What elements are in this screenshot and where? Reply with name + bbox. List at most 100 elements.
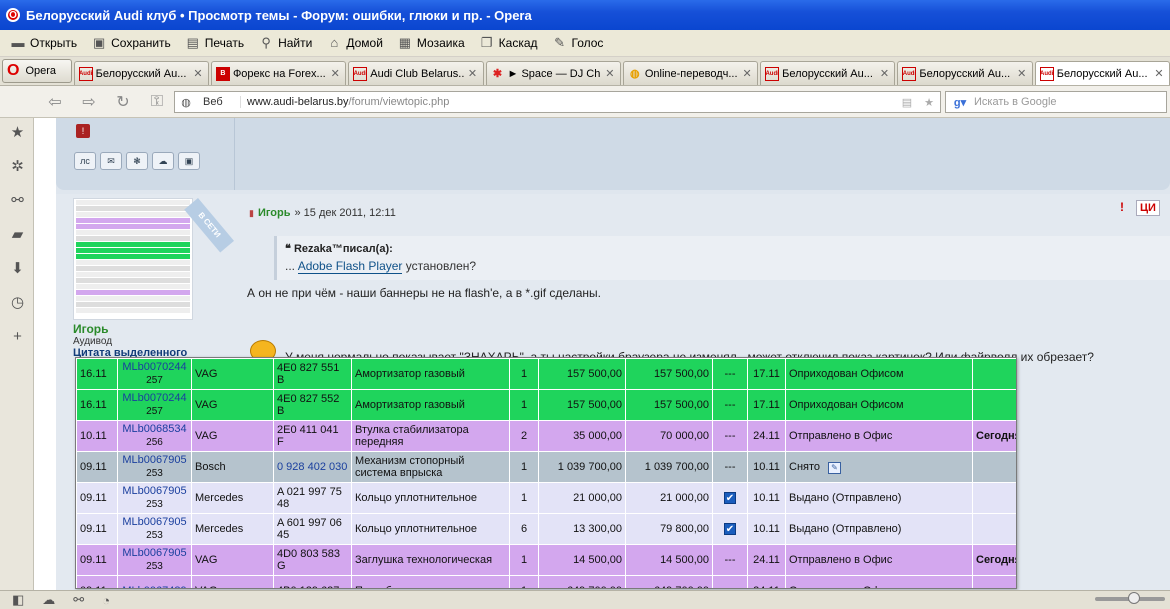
print-icon: ▤ [186, 35, 199, 50]
avatar-row [76, 230, 190, 235]
menu-tile-button[interactable]: ▦ Мозаика [397, 35, 465, 51]
search-field[interactable]: g▾ Искать в Google [945, 91, 1167, 113]
email-icon[interactable]: ✉ [100, 152, 122, 170]
order-link[interactable]: MLb0067905 [122, 454, 186, 466]
browser-tab[interactable]: Audi Белорусский Au... ✕ [897, 61, 1033, 85]
post-actions: ! ЦИ [1114, 200, 1160, 216]
post-username[interactable]: Игорь [73, 322, 109, 336]
cloud-icon[interactable]: ☁ [42, 592, 55, 608]
back-icon[interactable]: ⇦ [46, 92, 64, 112]
downloads-icon[interactable]: ⬇ [9, 260, 26, 277]
tab-close-icon[interactable]: ✕ [604, 67, 616, 80]
orders-table: 16.11 MLb0070244 257 VAG 4E0 827 551 B Аморти… [76, 358, 1016, 589]
note-cell [972, 575, 1016, 588]
history-icon[interactable]: ◷ [9, 294, 26, 311]
opera-logo-icon: O [6, 8, 20, 22]
browser-tab[interactable]: ◍ Online-переводч... ✕ [622, 61, 759, 85]
order-link[interactable]: MLb0068534 [122, 423, 186, 435]
tab-close-icon[interactable]: ✕ [1153, 67, 1165, 80]
google-search-icon[interactable]: g▾ [946, 96, 974, 109]
menu-print-button[interactable]: ▤ Печать [185, 35, 244, 51]
note-cell [972, 482, 1016, 514]
flag-cell: ✔ [712, 513, 748, 545]
browser-tab[interactable]: B Форекс на Forex... ✕ [210, 61, 347, 85]
tab-close-icon[interactable]: ✕ [329, 67, 341, 80]
tab-label: Форекс на Forex... [232, 67, 326, 80]
tab-label: Online-переводч... [644, 67, 738, 80]
wand-key-icon[interactable]: ⚿ [148, 93, 166, 111]
window-titlebar: O Белорусский Audi клуб • Просмотр темы … [0, 0, 1170, 30]
tab-label: ► Space — DJ Ch... [507, 67, 601, 80]
menu-home-button[interactable]: ⌂ Домой [326, 36, 383, 51]
post-separator [234, 118, 235, 190]
order-link[interactable]: MLb0067905 [122, 547, 186, 559]
reload-icon[interactable]: ↻ [114, 92, 132, 112]
quote-button[interactable]: ЦИ [1136, 200, 1160, 216]
tab-close-icon[interactable]: ✕ [192, 67, 204, 80]
notes-icon[interactable]: ▰ [9, 226, 26, 243]
bookmark-star-icon[interactable]: ★ [918, 96, 940, 109]
browser-tab[interactable]: Audi Белорусский Au... ✕ [1034, 61, 1170, 85]
flag-cell: --- [712, 358, 748, 390]
adobe-flash-link[interactable]: Adobe Flash Player [297, 259, 403, 274]
add-panel-icon[interactable]: + [9, 328, 26, 345]
brand-cell: Mercedes [191, 513, 274, 545]
tab-close-icon[interactable]: ✕ [467, 67, 479, 80]
browser-tab[interactable]: Audi Белорусский Au... ✕ [73, 61, 209, 85]
speed-icon[interactable]: ◔ [102, 593, 110, 608]
pm-user-icon[interactable]: лс [74, 152, 96, 170]
browser-tab[interactable]: Audi Белорусский Au... ✕ [760, 61, 896, 85]
post-header: ▮ Игорь » 15 дек 2011, 12:11 [249, 207, 396, 219]
name-cell: Заглушка технологическая [351, 544, 510, 576]
flag-cell: ✔ [712, 482, 748, 514]
checkbox-checked-icon[interactable]: ✔ [724, 523, 736, 535]
status-cell: Оприходован Офисом [785, 389, 973, 421]
order-link[interactable]: MLb0067905 [122, 516, 186, 528]
sum-cell: 21 000,00 [625, 482, 713, 514]
edit-icon[interactable]: ✎ [828, 461, 842, 474]
menu-voice-button[interactable]: ✎ Голос [552, 36, 603, 51]
order-link[interactable]: MLb0070244 [122, 392, 186, 404]
profile-icon[interactable]: ▣ [178, 152, 200, 170]
unite-icon[interactable]: ⚯ [9, 192, 26, 209]
tab-close-icon[interactable]: ✕ [1016, 67, 1028, 80]
order-link[interactable]: MLb0067905 [122, 485, 186, 497]
skype-icon[interactable]: ☁ [152, 152, 174, 170]
opera-menu-button[interactable]: O Opera [2, 59, 72, 83]
address-field[interactable]: ◍ Веб www.audi-belarus.by/forum/viewtopi… [174, 91, 941, 113]
avatar-row [76, 212, 190, 217]
browser-tab[interactable]: Audi Audi Club Belarus... ✕ [348, 61, 484, 85]
forward-icon[interactable]: ⇨ [80, 92, 98, 112]
status-cell: Отправлено в Офис [785, 420, 973, 452]
tab-close-icon[interactable]: ✕ [878, 67, 890, 80]
bookmarks-icon[interactable]: ★ [9, 124, 26, 141]
menu-folder-button[interactable]: ▬ Открыть [10, 36, 78, 51]
warn-icon[interactable]: ! [1114, 200, 1130, 216]
avatar-row [76, 206, 190, 211]
order-link[interactable]: MLb0067489 [122, 585, 186, 589]
menu-find-button[interactable]: ⚲ Найти [258, 36, 312, 51]
checkbox-checked-icon[interactable]: ✔ [724, 492, 736, 504]
opera-menu-label: Opera [25, 65, 57, 77]
menu-cascade-button[interactable]: ❐ Каскад [479, 36, 538, 51]
date2-cell: 17.11 [747, 389, 786, 421]
order-link[interactable]: MLb0070244 [122, 361, 186, 373]
opera-o-icon: O [7, 62, 20, 79]
menu-save-button[interactable]: ▣ Сохранить [91, 36, 171, 51]
rss-icon[interactable]: ▤ [896, 96, 918, 109]
icq-icon[interactable]: ❃ [126, 152, 148, 170]
post-author[interactable]: Игорь [258, 207, 291, 219]
unite-status-icon[interactable]: ⚯ [73, 592, 84, 608]
name-cell: Кольцо уплотнительное [351, 513, 510, 545]
url-text[interactable]: www.audi-belarus.by/forum/viewtopic.php [241, 96, 896, 108]
zoom-slider-handle[interactable] [1128, 592, 1140, 604]
tile-icon: ▦ [398, 35, 412, 50]
tab-close-icon[interactable]: ✕ [741, 67, 753, 80]
report-icon[interactable]: ! [76, 124, 90, 138]
panel-toggle-icon[interactable]: ◧ [12, 592, 24, 608]
flag-cell: --- [712, 451, 748, 483]
order-sub: 253 [146, 468, 163, 479]
settings-icon[interactable]: ✲ [9, 158, 26, 175]
table-row: 16.11 MLb0070244 257 VAG 4E0 827 551 B Аморти… [76, 358, 1016, 390]
browser-tab[interactable]: ✱ ► Space — DJ Ch... ✕ [485, 61, 621, 85]
